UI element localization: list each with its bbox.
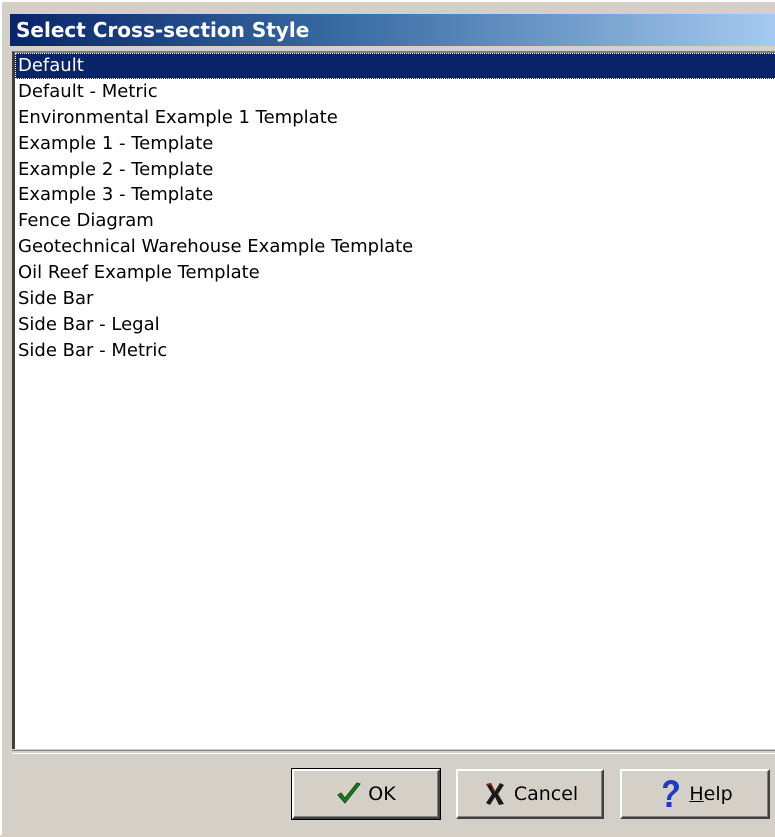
dialog-window: Select Cross-section Style Default Defau…: [0, 0, 775, 837]
list-item[interactable]: Example 3 - Template: [15, 182, 775, 208]
list-item[interactable]: Oil Reef Example Template: [15, 260, 775, 286]
cancel-button-label: Cancel: [513, 783, 579, 805]
list-item[interactable]: Side Bar: [15, 286, 775, 312]
list-item[interactable]: Side Bar - Metric: [15, 338, 775, 364]
list-item-selected[interactable]: Default: [15, 53, 775, 79]
style-listbox[interactable]: Default Default - Metric Environmental E…: [12, 51, 775, 749]
cancel-button[interactable]: Cancel: [456, 769, 604, 819]
list-item[interactable]: Fence Diagram: [15, 208, 775, 234]
button-bar: OK Cancel Help: [12, 755, 775, 837]
x-icon: [482, 779, 508, 809]
question-mark-icon: [657, 779, 683, 809]
help-button-label: Help: [689, 783, 733, 805]
checkmark-icon: [336, 779, 362, 809]
list-item[interactable]: Default - Metric: [15, 79, 775, 105]
divider: [12, 750, 775, 754]
list-item[interactable]: Example 1 - Template: [15, 131, 775, 157]
ok-button-label: OK: [368, 783, 396, 805]
list-item[interactable]: Geotechnical Warehouse Example Template: [15, 234, 775, 260]
list-item[interactable]: Example 2 - Template: [15, 157, 775, 183]
dialog-title: Select Cross-section Style: [10, 14, 775, 46]
list-item[interactable]: Environmental Example 1 Template: [15, 105, 775, 131]
ok-button[interactable]: OK: [291, 768, 441, 820]
help-button[interactable]: Help: [620, 769, 770, 819]
list-item[interactable]: Side Bar - Legal: [15, 312, 775, 338]
